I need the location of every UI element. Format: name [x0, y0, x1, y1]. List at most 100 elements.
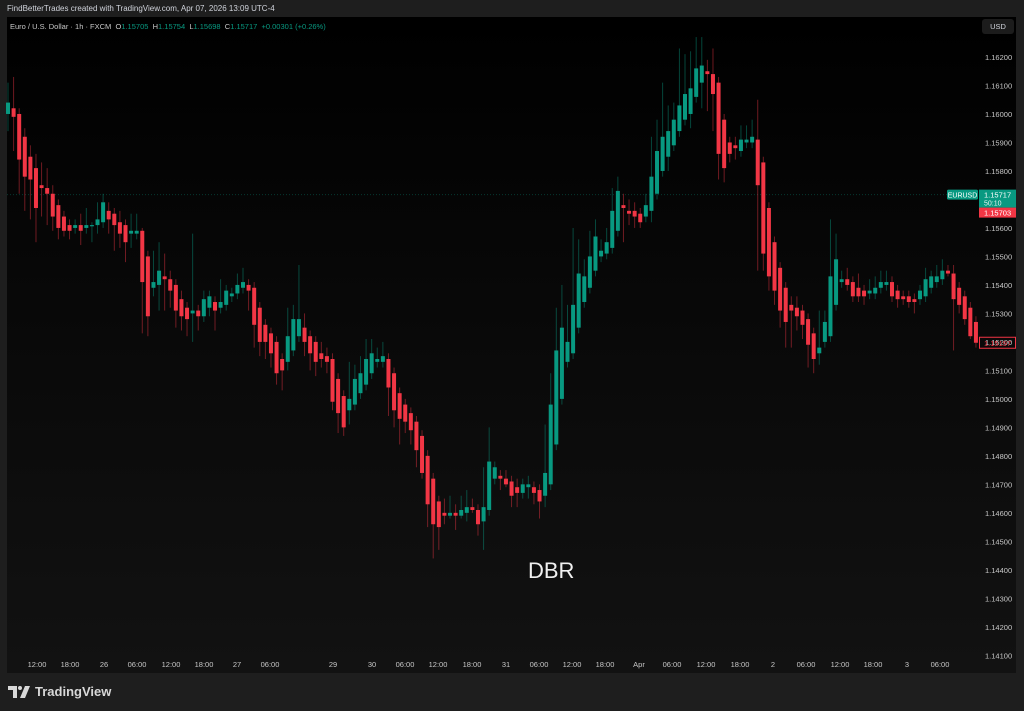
candle-body-down: [856, 287, 861, 297]
candle-body-up: [610, 210, 615, 248]
candle-body-down: [67, 225, 72, 231]
candle-body-up: [559, 327, 564, 399]
candle-body-up: [649, 176, 654, 211]
bid-price-value: 1.15703: [984, 209, 1011, 218]
high-value: 1.15754: [158, 22, 186, 31]
candle-body-down: [324, 356, 329, 362]
candle-body-up: [923, 279, 928, 297]
candle-body-up: [543, 472, 548, 496]
price-tick-label: 1.16100: [985, 81, 1012, 90]
price-tick-label: 1.14400: [985, 566, 1012, 575]
candle-body-up: [129, 230, 134, 234]
last-price-value: 1.15717: [984, 191, 1011, 200]
candle-body-up: [744, 139, 749, 143]
candle-body-up: [375, 358, 380, 362]
candle-body-up: [738, 139, 743, 152]
time-tick-label: 18:00: [61, 660, 80, 669]
candle-body-down: [973, 321, 978, 343]
candle-body-down: [112, 213, 117, 226]
time-tick-label: 12:00: [429, 660, 448, 669]
candle-body-up: [884, 282, 889, 285]
candle-body-up: [448, 512, 453, 516]
candle-body-down: [845, 279, 850, 285]
candle-body-up: [380, 356, 385, 362]
time-tick-label: 30: [368, 660, 376, 669]
candle-body-down: [386, 358, 391, 388]
candle-body-down: [117, 222, 122, 234]
candle-body-down: [761, 162, 766, 254]
bar-countdown: 50:10: [984, 201, 1002, 208]
candle-body-down: [901, 296, 906, 300]
price-tick-label: 1.15600: [985, 224, 1012, 233]
time-tick-label: 31: [502, 660, 510, 669]
candle-body-up: [750, 136, 755, 143]
candle-body-down: [252, 287, 257, 325]
time-tick-label: 06:00: [530, 660, 549, 669]
candle-body-up: [481, 507, 486, 522]
time-tick-label: Apr: [633, 660, 645, 669]
candle-body-down: [498, 475, 503, 479]
price-tick-label: 1.15900: [985, 138, 1012, 147]
candle-body-down: [716, 82, 721, 154]
time-tick-label: 18:00: [731, 660, 750, 669]
candle-body-down: [945, 270, 950, 274]
candle-body-down: [414, 421, 419, 451]
low-value: 1.15698: [193, 22, 221, 31]
candle-body-up: [834, 259, 839, 305]
candle-body-up: [599, 250, 604, 257]
candle-body-up: [151, 282, 156, 288]
candle-body-down: [895, 290, 900, 300]
time-tick-label: 2: [771, 660, 775, 669]
candle-body-up: [352, 378, 357, 405]
tradingview-logo[interactable]: TradingView: [8, 684, 111, 699]
candle-body-down: [45, 188, 50, 194]
candlestick-chart[interactable]: 1.16200 1.16100 1.16000 1.15900 1.15800 1.157…: [0, 0, 1024, 711]
candle-body-down: [330, 358, 335, 402]
candle-body-up: [224, 290, 229, 305]
candle-body-down: [705, 71, 710, 75]
candle-body-up: [576, 273, 581, 328]
candle-body-up: [89, 225, 94, 227]
candle-body-down: [397, 393, 402, 419]
candle-body-down: [733, 145, 738, 149]
candle-body-down: [794, 307, 799, 317]
candle-body-down: [772, 242, 777, 291]
candle-body-down: [280, 358, 285, 371]
candle-body-down: [39, 185, 44, 189]
price-tick-label: 1.15300: [985, 309, 1012, 318]
candle-body-down: [33, 168, 38, 208]
candle-body-down: [123, 225, 128, 243]
candle-body-up: [688, 88, 693, 114]
candle-body-down: [912, 299, 917, 303]
candle-body-down: [313, 341, 318, 362]
candle-body-down: [431, 478, 436, 525]
candle-body-up: [487, 461, 492, 510]
candle-body-down: [537, 490, 542, 502]
candle-body-down: [56, 205, 61, 228]
currency-button[interactable]: USD: [982, 19, 1014, 34]
candle-body-up: [587, 256, 592, 288]
candle-body-up: [6, 102, 10, 114]
candle-body-down: [213, 302, 218, 311]
price-tick-label: 1.14600: [985, 509, 1012, 518]
price-tick-label: 1.16000: [985, 110, 1012, 119]
candle-body-down: [420, 435, 425, 473]
candle-body-down: [906, 296, 911, 303]
candle-body-up: [201, 299, 206, 317]
candle-body-down: [268, 333, 273, 354]
dbr-annotation[interactable]: DBR: [528, 558, 574, 584]
price-tick-label: 1.14100: [985, 651, 1012, 660]
candle-body-down: [862, 290, 867, 297]
candle-body-down: [196, 310, 201, 317]
candle-body-down: [22, 136, 27, 177]
candle-body-up: [235, 284, 240, 294]
price-tick-label: 1.16200: [985, 53, 1012, 62]
candle-body-down: [392, 373, 397, 411]
price-tick-label: 1.14800: [985, 452, 1012, 461]
candle-body-up: [582, 276, 587, 303]
candle-body-up: [666, 131, 671, 157]
candle-body-down: [503, 478, 508, 485]
candle-body-up: [84, 225, 89, 228]
symbol-title[interactable]: Euro / U.S. Dollar · 1h · FXCM: [10, 22, 111, 31]
candle-body-down: [968, 307, 973, 337]
